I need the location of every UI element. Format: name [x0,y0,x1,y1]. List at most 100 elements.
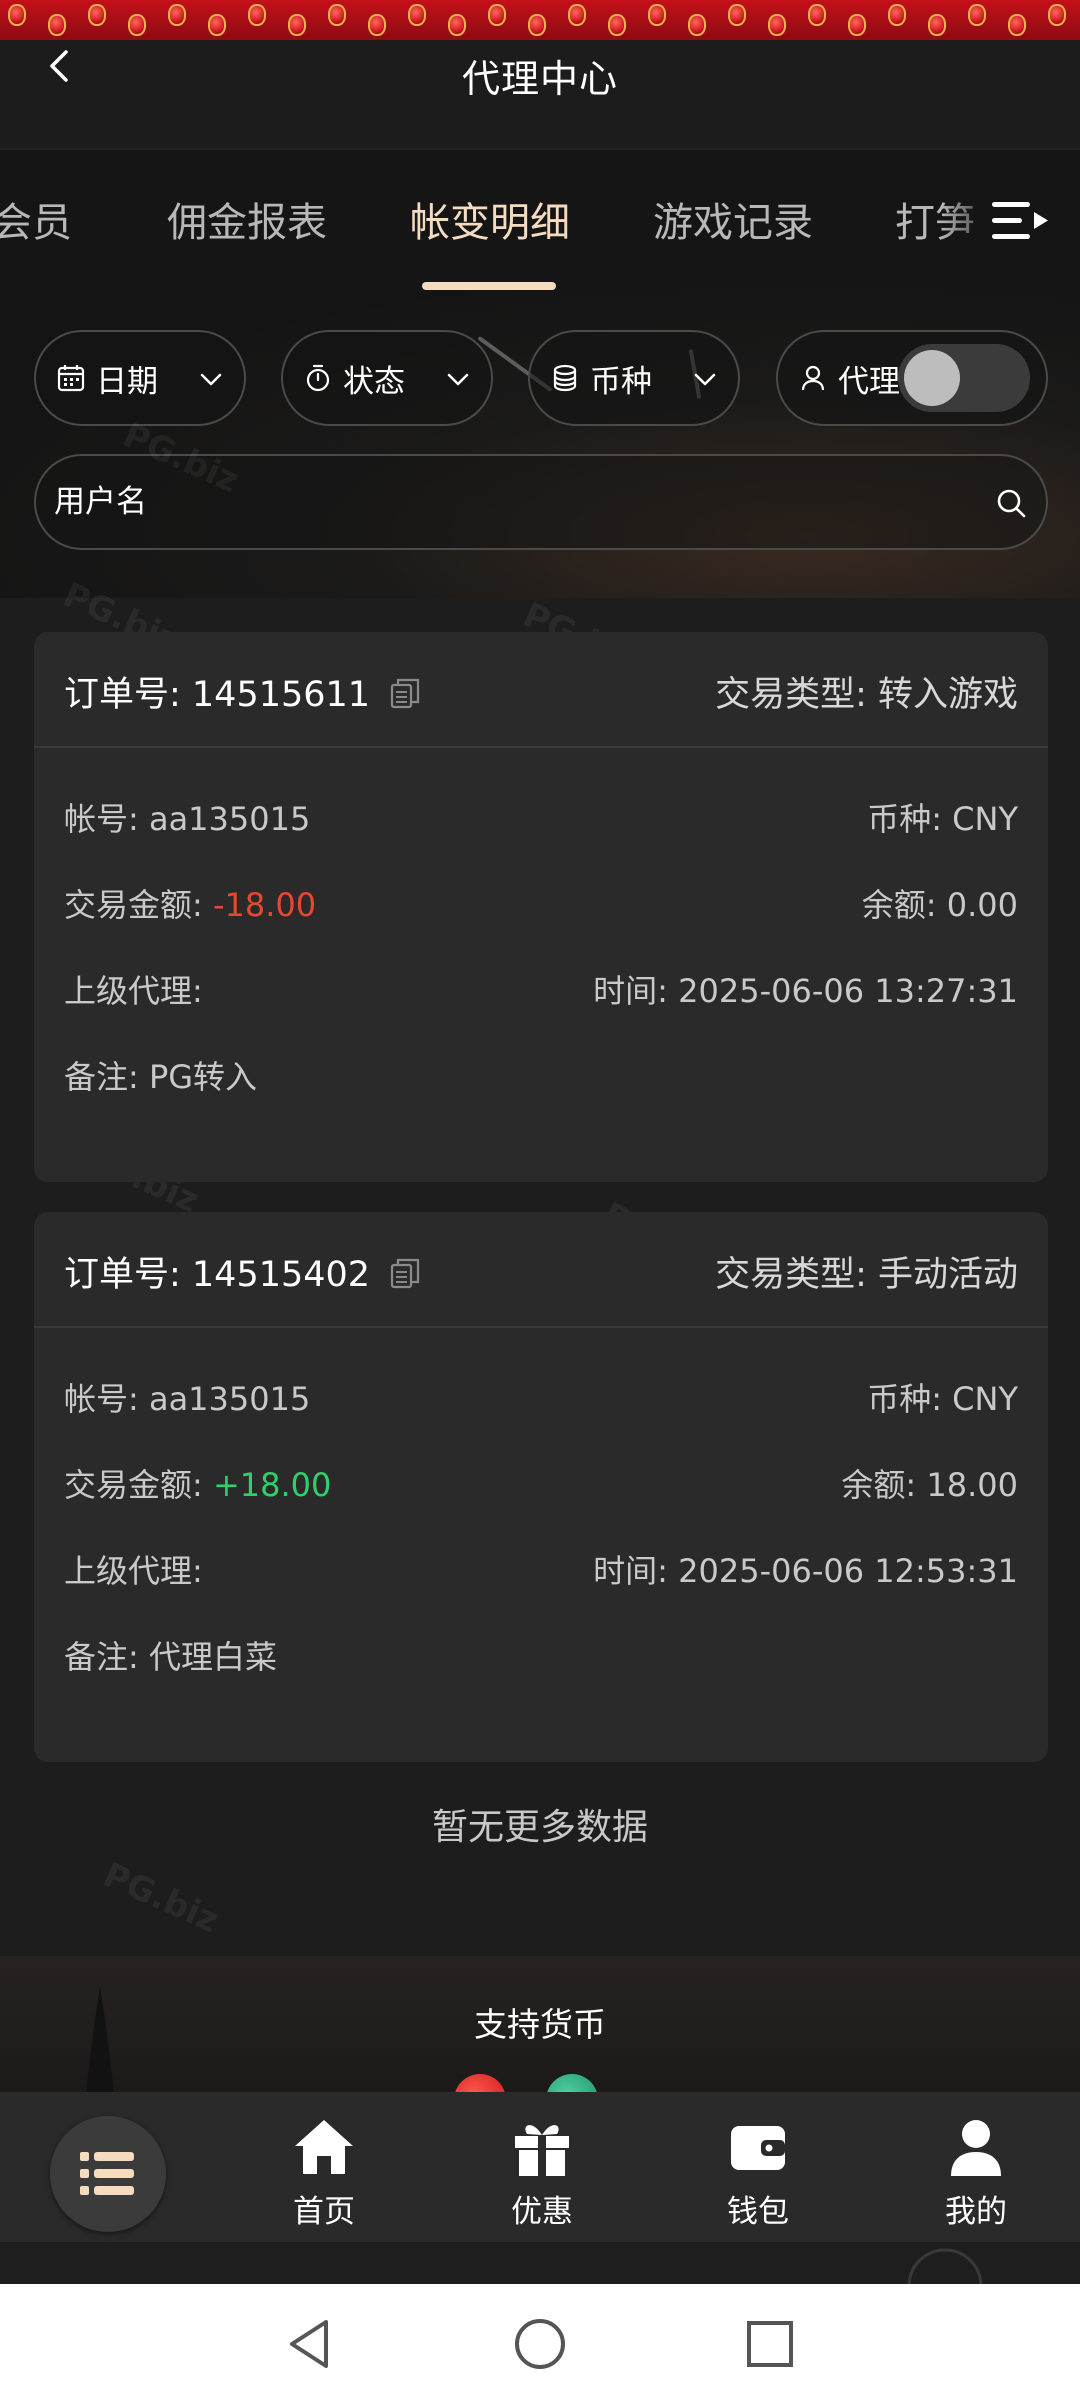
remark: 备注: PG转入 [64,1058,258,1096]
app-header: 代理中心 [0,0,1080,148]
menu-button[interactable] [50,2116,166,2232]
parent-agent: 上级代理: [64,972,203,1010]
tab-list-menu-icon[interactable] [990,198,1050,244]
lantern-icon [168,4,186,26]
age-badge-icon [907,2248,983,2284]
lantern-icon [968,4,986,26]
wallet-icon [731,2126,785,2170]
nav-home[interactable]: 首页 [264,2114,384,2231]
active-tab-indicator [422,282,556,290]
tab-commission-report[interactable]: 佣金报表 [167,190,327,248]
order-number: 订单号: 14515611 [64,666,422,717]
copy-icon[interactable] [388,676,422,710]
card-row: 交易金额: -18.00 余额: 0.00 [64,880,1018,924]
tab-bar: 会员 佣金报表 帐变明细 游戏记录 打笋 [0,148,1080,294]
bottom-nav: 首页 优惠 钱包 我的 [0,2092,1080,2284]
card-row: 上级代理: 时间: 2025-06-06 12:53:31 [64,1546,1018,1590]
system-home-icon[interactable] [510,2314,570,2374]
page-title: 代理中心 [461,57,618,101]
transaction-amount-label: 交易金额: [64,886,213,924]
transaction-amount: 交易金额: -18.00 [64,880,316,926]
lantern-icon [128,14,146,36]
date-filter-label: 日期 [96,363,158,400]
record-list: PG.biz PG.biz PG.biz PG.biz PG.biz PG.bi… [0,415,1080,1956]
transaction-type: 交易类型: 手动活动 [715,1255,1018,1295]
card-header: 订单号: 14515402 交易类型: 手动活动 [34,1212,1048,1328]
lantern-icon [1008,14,1026,36]
transaction-amount-label: 交易金额: [64,1466,213,1504]
lantern-icon [888,4,906,26]
transaction-type: 交易类型: 转入游戏 [715,675,1018,715]
nav-profile[interactable]: 我的 [916,2114,1036,2231]
lantern-icon [288,14,306,36]
nav-home-label: 首页 [293,2194,355,2230]
calendar-icon [57,365,85,392]
nav-wallet[interactable]: 钱包 [698,2114,818,2231]
transaction-amount-value: +18.00 [212,1466,332,1504]
stopwatch-icon [306,364,330,392]
tab-members[interactable]: 会员 [0,190,72,248]
lantern-icon [568,4,586,26]
lantern-icon [408,4,426,26]
system-navigation-bar [0,2284,1080,2400]
home-icon [295,2120,353,2174]
nav-wallet-label: 钱包 [727,2194,789,2230]
card-row: 备注: PG转入 [64,1052,1018,1096]
gift-icon [515,2125,569,2176]
lantern-icon [768,14,786,36]
lantern-icon [1048,4,1066,26]
lantern-icon [48,14,66,36]
lantern-icon [88,4,106,26]
nav-profile-label: 我的 [945,2194,1007,2230]
list-end-text: 暂无更多数据 [431,1807,648,1848]
tab-game-records[interactable]: 游戏记录 [653,190,813,248]
order-number: 订单号: 14515402 [64,1246,422,1297]
lantern-icon [248,4,266,26]
date-filter[interactable]: 日期 [34,330,246,426]
currency-filter[interactable]: 币种 [528,330,740,426]
tab-account-changes[interactable]: 帐变明细 [410,190,570,248]
agent-filter: 代理 [776,330,1048,426]
order-number-text: 订单号: 14515611 [64,675,371,715]
copy-icon[interactable] [388,1256,422,1290]
username-search-input[interactable] [54,456,954,548]
menu-list-icon [80,2152,134,2195]
system-recents-icon[interactable] [740,2314,800,2374]
transaction-amount-value: -18.00 [212,886,317,924]
user-icon [951,2120,1001,2176]
balance: 余额: 0.00 [861,886,1018,924]
account: 帐号: aa135015 [64,1380,311,1418]
lantern-icon [448,14,466,36]
user-outline-icon [801,365,825,391]
footer-support-currency: 支持货币 [0,1956,1080,2126]
lantern-icon [928,14,946,36]
card-row: 帐号: aa135015 币种: CNY [64,1374,1018,1418]
lantern-icon [848,14,866,36]
username-search [34,454,1048,550]
account: 帐号: aa135015 [64,800,311,838]
status-filter-label: 状态 [343,363,405,400]
currency: 币种: CNY [867,1380,1018,1418]
currency: 币种: CNY [867,800,1018,838]
agent-toggle[interactable] [898,344,1030,412]
remark: 备注: 代理白菜 [64,1638,277,1676]
lantern-icon [488,4,506,26]
card-row: 上级代理: 时间: 2025-06-06 13:27:31 [64,966,1018,1010]
agent-filter-label: 代理 [838,363,900,400]
transaction-amount: 交易金额: +18.00 [64,1460,331,1506]
nav-promotions-label: 优惠 [511,2194,573,2230]
order-number-text: 订单号: 14515402 [64,1255,371,1295]
chevron-down-icon [200,373,222,386]
system-back-icon[interactable] [280,2314,340,2374]
card-row: 交易金额: +18.00 余额: 18.00 [64,1460,1018,1504]
search-icon[interactable] [994,486,1028,520]
parent-agent: 上级代理: [64,1552,203,1590]
lantern-icon [208,14,226,36]
support-currency-title: 支持货币 [474,2005,606,2044]
nav-promotions[interactable]: 优惠 [482,2114,602,2231]
lantern-icon [808,4,826,26]
status-filter[interactable]: 状态 [281,330,493,426]
card-header: 订单号: 14515611 交易类型: 转入游戏 [34,632,1048,748]
chevron-down-icon [447,373,469,386]
transaction-card: 订单号: 14515611 交易类型: 转入游戏 帐号: aa135015 币种… [34,632,1048,1182]
